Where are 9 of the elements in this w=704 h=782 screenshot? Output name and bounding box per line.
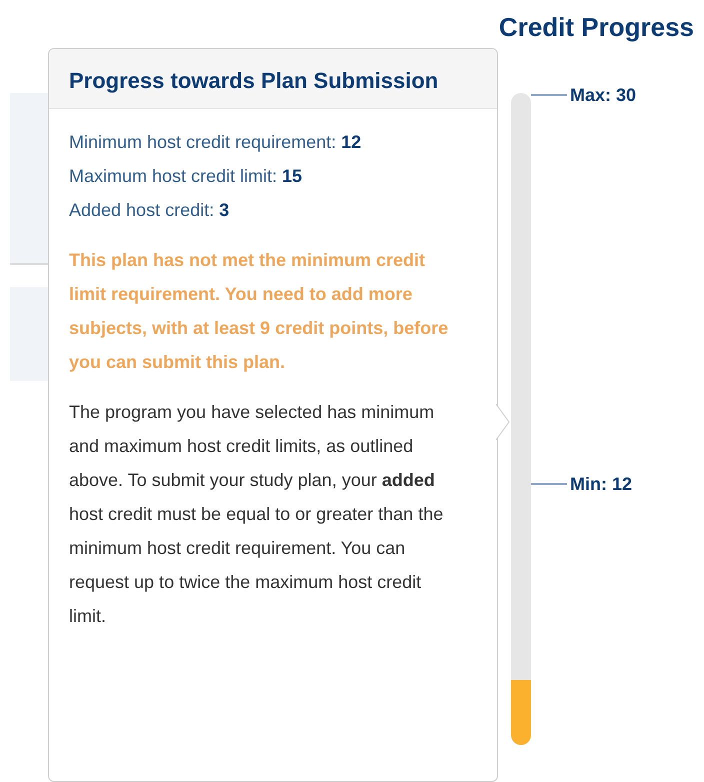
warning-message: This plan has not met the minimum credit limit requirement. You need to add more subjects, with at least 9 credit points, before you can submit this plan. (69, 249, 450, 374)
popover-heading: Progress towards Plan Submission (69, 67, 440, 95)
explanation-text: The program you have selected has minimum and maximum host credit limits, as outlined above. To submit your study plan, your added host credit must be equal to or greater than the minimum host credit requirement. You can request up to twice the maximum host credit limit. (69, 401, 444, 628)
credit-stat: Maximum host credit limit: 15 (69, 165, 304, 188)
section-title: Credit Progress (498, 11, 694, 44)
credit-stat: Added host credit: 3 (69, 199, 230, 222)
marker-label: Max: 30 (570, 84, 636, 106)
credit-stat: Minimum host credit requirement: 12 (69, 131, 362, 154)
marker-label: Min: 12 (570, 473, 632, 496)
